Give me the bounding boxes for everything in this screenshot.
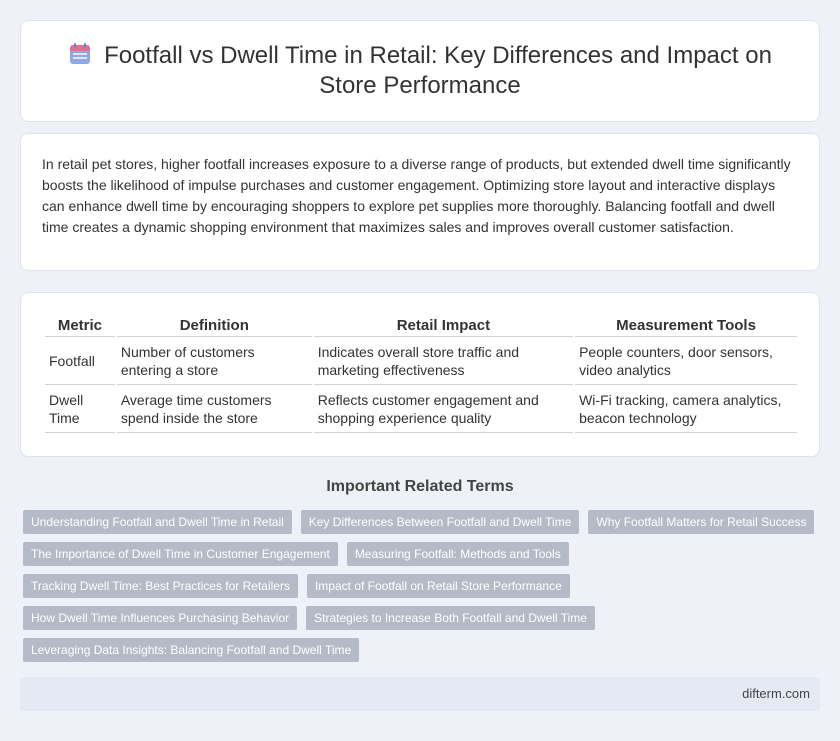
- related-term-link[interactable]: Understanding Footfall and Dwell Time in…: [23, 510, 292, 534]
- related-terms-list: Understanding Footfall and Dwell Time in…: [23, 510, 817, 662]
- related-term-link[interactable]: Measuring Footfall: Methods and Tools: [346, 542, 569, 566]
- related-term-link[interactable]: The Importance of Dwell Time in Customer…: [23, 542, 338, 566]
- table-cell: Footfall: [45, 337, 115, 385]
- column-header: Retail Impact: [313, 315, 574, 337]
- related-term-link[interactable]: How Dwell Time Influences Purchasing Beh…: [23, 606, 298, 630]
- table-cell: People counters, door sensors, video ana…: [575, 337, 797, 385]
- related-term-link[interactable]: Impact of Footfall on Retail Store Perfo…: [306, 574, 570, 598]
- related-term-link[interactable]: Leveraging Data Insights: Balancing Foot…: [23, 638, 360, 662]
- related-terms-heading: Important Related Terms: [326, 478, 514, 495]
- intro-card: In retail pet stores, higher footfall in…: [20, 133, 820, 271]
- calendar-icon: [70, 43, 91, 64]
- table-header-row: Metric Definition Retail Impact Measurem…: [45, 315, 797, 337]
- related-term-link[interactable]: Tracking Dwell Time: Best Practices for …: [23, 574, 298, 598]
- comparison-table-card: Metric Definition Retail Impact Measurem…: [20, 292, 820, 457]
- related-term-link[interactable]: Strategies to Increase Both Footfall and…: [306, 606, 595, 630]
- related-term-link[interactable]: Key Differences Between Footfall and Dwe…: [300, 510, 580, 534]
- table-cell: Dwell Time: [45, 385, 115, 433]
- table-cell: Indicates overall store traffic and mark…: [313, 337, 574, 385]
- column-header: Measurement Tools: [575, 315, 797, 337]
- table-cell: Average time customers spend inside the …: [116, 385, 312, 433]
- table-cell: Reflects customer engagement and shoppin…: [313, 385, 574, 433]
- table-cell: Wi-Fi tracking, camera analytics, beacon…: [575, 385, 797, 433]
- page-title: Footfall vs Dwell Time in Retail: Key Di…: [61, 41, 779, 101]
- column-header: Definition: [116, 315, 312, 337]
- header-card: Footfall vs Dwell Time in Retail: Key Di…: [20, 20, 820, 122]
- page-title-text: Footfall vs Dwell Time in Retail: Key Di…: [104, 42, 772, 99]
- intro-paragraph: In retail pet stores, higher footfall in…: [42, 156, 791, 235]
- related-term-link[interactable]: Why Footfall Matters for Retail Success: [588, 510, 815, 534]
- comparison-table: Metric Definition Retail Impact Measurem…: [43, 315, 799, 433]
- footer-site-name: difterm.com: [742, 686, 810, 701]
- table-row: Dwell Time Average time customers spend …: [45, 385, 797, 433]
- table-row: Footfall Number of customers entering a …: [45, 337, 797, 385]
- footer-bar: difterm.com: [20, 677, 820, 711]
- column-header: Metric: [45, 315, 115, 337]
- table-cell: Number of customers entering a store: [116, 337, 312, 385]
